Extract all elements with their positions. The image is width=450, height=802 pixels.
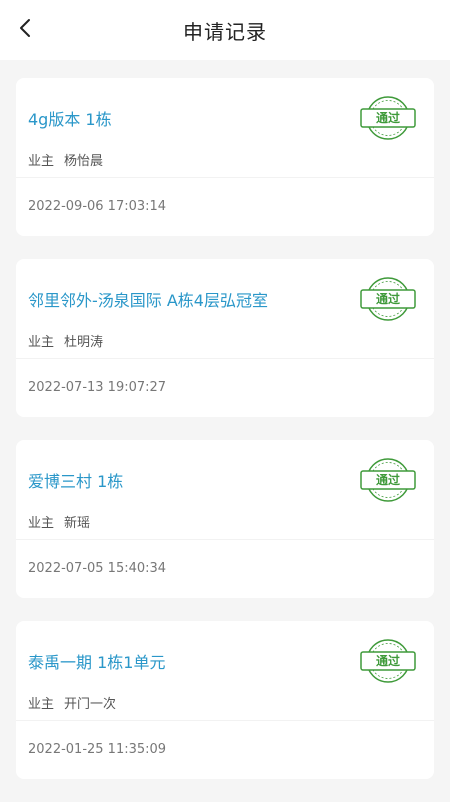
role-label: 业主 <box>28 154 55 169</box>
apply-time: 2022-01-25 11:35:09 <box>28 742 167 757</box>
role-label: 业主 <box>28 335 55 350</box>
apply-time: 2022-09-06 17:03:14 <box>28 199 167 214</box>
community-name: 邻里邻外-汤泉国际 A栋4层弘冠室 <box>28 291 268 310</box>
record-card[interactable]: 邻里邻外-汤泉国际 A栋4层弘冠室 业主 杜明涛 2022-07-13 19:07… <box>16 259 434 417</box>
status-text: 通过 <box>375 473 400 487</box>
page-title: 申请记录 <box>183 20 267 44</box>
role-row: 业主 新瑶 <box>28 512 90 531</box>
community-name: 4g版本 1栋 <box>28 110 112 129</box>
approved-stamp: 通过 <box>358 95 418 141</box>
divider <box>16 539 434 540</box>
owner-name: 杜明涛 <box>64 335 104 350</box>
record-list: 4g版本 1栋 业主 杨怡晨 2022-09-06 17:03:14 通过 邻里邻… <box>16 78 434 802</box>
apply-time: 2022-07-13 19:07:27 <box>28 380 167 395</box>
status-text: 通过 <box>375 111 400 125</box>
status-text: 通过 <box>375 654 400 668</box>
owner-name: 新瑶 <box>64 516 91 531</box>
approved-stamp: 通过 <box>358 457 418 503</box>
community-name: 泰禹一期 1栋1单元 <box>28 653 166 672</box>
divider <box>16 358 434 359</box>
owner-name: 开门一次 <box>64 697 117 712</box>
community-name: 爱博三村 1栋 <box>28 472 124 491</box>
role-row: 业主 杨怡晨 <box>28 150 103 169</box>
divider <box>16 177 434 178</box>
record-card[interactable]: 泰禹一期 1栋1单元 业主 开门一次 2022-01-25 11:35:09 通过 <box>16 621 434 779</box>
role-label: 业主 <box>28 516 55 531</box>
status-text: 通过 <box>375 292 400 306</box>
record-card[interactable]: 4g版本 1栋 业主 杨怡晨 2022-09-06 17:03:14 通过 <box>16 78 434 236</box>
divider <box>16 720 434 721</box>
role-label: 业主 <box>28 697 55 712</box>
approved-stamp: 通过 <box>358 276 418 322</box>
apply-time: 2022-07-05 15:40:34 <box>28 561 167 576</box>
role-row: 业主 开门一次 <box>28 693 116 712</box>
record-card[interactable]: 爱博三村 1栋 业主 新瑶 2022-07-05 15:40:34 通过 <box>16 440 434 598</box>
approved-stamp: 通过 <box>358 638 418 684</box>
role-row: 业主 杜明涛 <box>28 331 103 350</box>
owner-name: 杨怡晨 <box>64 154 104 169</box>
top-bar: 申请记录 <box>0 0 450 60</box>
